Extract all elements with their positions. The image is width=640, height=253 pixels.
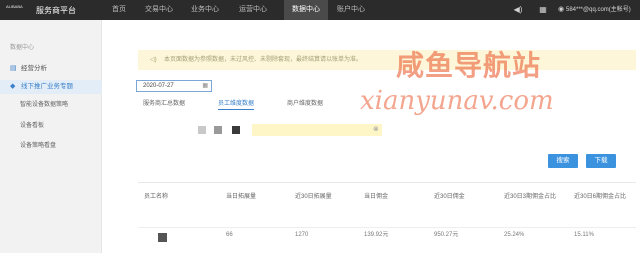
sidebar-item-label: 线下推广业务专题 [21,83,73,90]
logo[interactable]: ALIBABA 服务商平台 [6,4,76,16]
search-button[interactable]: 搜索 [548,154,578,168]
employee-filter-input[interactable] [252,124,382,136]
sidebar-subitem-device-board[interactable]: 设备看板 [0,119,102,133]
tab-provider-summary[interactable]: 服务商汇总数据 [143,98,185,110]
cell-ratio-3: 25.24% [504,232,525,238]
sidebar-item-label: 经营分析 [21,65,47,72]
blurred-filter-chip [232,126,240,134]
sidebar-subitem-device-strategy-board[interactable]: 设备策略看盘 [0,139,102,153]
calendar-icon[interactable]: ▦ [538,5,548,15]
clear-icon[interactable]: ⊗ [373,124,379,136]
notice-banner: ◁) 本页面数据为参照数据，未过风控、未剔除套现，最终结算请以账单为准。 [138,50,636,70]
cell-today-commission: 139.92元 [364,232,389,238]
top-navbar: ALIBABA 服务商平台 首页 交易中心 业务中心 运营中心 数据中心 账户中… [0,0,640,20]
nav-operation-center[interactable]: 运营中心 [234,0,272,20]
cell-ratio-6: 15.11% [574,232,594,238]
nav-business-center[interactable]: 业务中心 [186,0,224,20]
data-table: 员工名称 当日拓展量 近30日拓展量 当日佣金 近30日佣金 近30日3期佣金占… [138,182,636,253]
sidebar: 数据中心 ▤ 经营分析 ◆ 线下推广业务专题 智能设备数据策略 设备看板 设备策… [0,20,102,253]
download-button[interactable]: 下载 [586,154,616,168]
app-title: 服务商平台 [36,5,76,15]
user-icon[interactable]: ◉ [556,5,566,15]
column-header: 近30日3期佣金占比 [504,194,557,200]
nav-account-center[interactable]: 账户中心 [332,0,370,20]
cell-commission-30d: 950.27元 [434,232,459,238]
column-header: 近30日拓展量 [295,194,332,200]
volume-icon[interactable]: ◀) [513,5,523,15]
column-header: 近30日佣金 [434,194,465,200]
nav-home[interactable]: 首页 [104,0,134,20]
chart-icon: ▤ [10,65,17,72]
sidebar-item-business-analysis[interactable]: ▤ 经营分析 [0,62,102,76]
cell-expand-30d: 1270 [295,232,309,238]
avatar [158,233,167,242]
column-header: 当日拓展量 [226,194,257,200]
calendar-icon[interactable]: ▦ [202,81,208,91]
alibaba-logo-mark: ALIBABA [6,4,23,9]
nav-trade-center[interactable]: 交易中心 [140,0,178,20]
blurred-filter-chip [214,126,222,134]
user-account[interactable]: 584***@qq.com(主帐号) [566,0,631,20]
nav-data-center[interactable]: 数据中心 [284,0,328,20]
notice-text: 本页面数据为参照数据，未过风控、未剔除套现，最终结算请以账单为准。 [164,57,363,63]
column-header: 当日佣金 [364,194,389,200]
sidebar-subitem-device-strategy[interactable]: 智能设备数据策略 [0,98,102,112]
blurred-filter-chip [198,126,206,134]
watermark-url: xianyunav.com [360,86,554,116]
date-value: 2020-07-27 [143,83,174,89]
speaker-icon: ◁) [150,57,157,63]
date-picker[interactable]: 2020-07-27 ▦ [136,80,212,92]
tab-employee-dimension[interactable]: 员工维度数据 [218,98,255,110]
row-divider [138,227,636,228]
tag-icon: ◆ [10,83,16,90]
cell-today-expand: 66 [226,232,233,238]
watermark-title: 咸鱼导航站 [396,49,542,82]
sidebar-item-offline-promo[interactable]: ◆ 线下推广业务专题 [0,80,102,94]
tab-merchant-dimension[interactable]: 商户维度数据 [287,98,323,110]
column-header: 近30日6期佣金占比 [574,194,627,200]
column-header: 员工名称 [144,194,169,200]
sidebar-heading: 数据中心 [10,45,35,51]
